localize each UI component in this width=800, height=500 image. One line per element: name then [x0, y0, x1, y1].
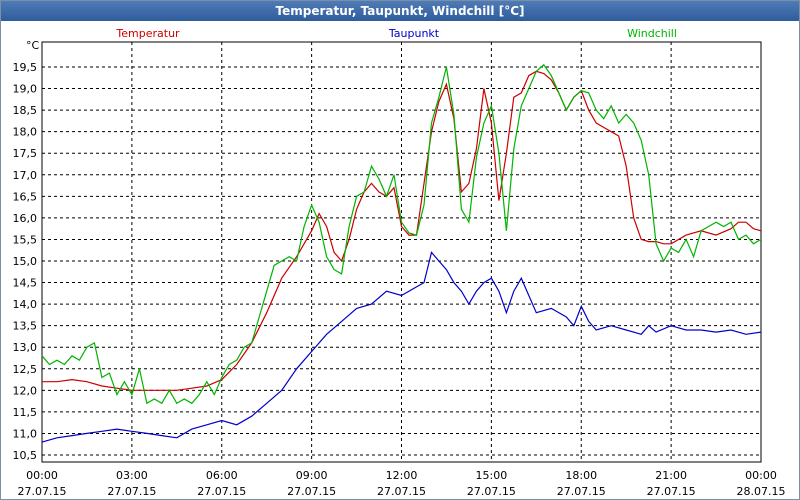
y-tick-label: 15,5: [13, 233, 38, 246]
chart-title: Temperatur, Taupunkt, Windchill [°C]: [1, 1, 799, 21]
x-tick-time: 00:00: [745, 469, 777, 482]
x-tick-time: 06:00: [206, 469, 238, 482]
x-tick-date: 27.07.15: [107, 485, 156, 498]
x-tick-date: 27.07.15: [287, 485, 336, 498]
y-tick-label: 11,5: [13, 406, 38, 419]
y-tick-label: 10,5: [13, 449, 38, 462]
x-tick-date: 27.07.15: [467, 485, 516, 498]
y-tick-label: 12,0: [13, 384, 38, 397]
x-tick-time: 12:00: [386, 469, 418, 482]
y-tick-label: 14,0: [13, 298, 38, 311]
legend-windchill: Windchill: [627, 27, 677, 40]
legend-temperatur: Temperatur: [115, 27, 180, 40]
y-tick-label: 15,0: [13, 255, 38, 268]
x-tick-time: 00:00: [26, 469, 58, 482]
x-tick-time: 21:00: [655, 469, 687, 482]
y-tick-label: 16,5: [13, 190, 38, 203]
x-tick-date: 27.07.15: [377, 485, 426, 498]
y-tick-label: 13,5: [13, 320, 38, 333]
y-tick-label: 18,5: [13, 104, 38, 117]
y-tick-label: 11,0: [13, 427, 38, 440]
x-tick-time: 03:00: [116, 469, 148, 482]
y-tick-label: 12,5: [13, 363, 38, 376]
line-chart: °C 10,5 11,0 11,5 12,0 12,5 13,0 13,5 14,0 14,5 1…: [13, 27, 786, 498]
x-tick-date: 27.07.15: [18, 485, 67, 498]
x-tick-time: 18:00: [565, 469, 597, 482]
y-axis-unit-label: °C: [26, 39, 40, 52]
x-tick-date: 27.07.15: [197, 485, 246, 498]
y-tick-label: 19,0: [13, 83, 38, 96]
x-tick-date: 28.07.15: [737, 485, 786, 498]
y-tick-label: 14,5: [13, 277, 38, 290]
x-tick-time: 15:00: [476, 469, 508, 482]
x-tick-date: 27.07.15: [647, 485, 696, 498]
y-tick-label: 17,5: [13, 147, 38, 160]
chart-window: Temperatur, Taupunkt, Windchill [°C] °C …: [0, 0, 800, 500]
x-tick-date: 27.07.15: [557, 485, 606, 498]
y-tick-label: 13,0: [13, 341, 38, 354]
y-tick-label: 16,0: [13, 212, 38, 225]
x-tick-time: 09:00: [296, 469, 328, 482]
y-tick-label: 17,0: [13, 169, 38, 182]
legend-taupunkt: Taupunkt: [388, 27, 440, 40]
y-tick-label: 18,0: [13, 126, 38, 139]
y-tick-label: 19,5: [13, 61, 38, 74]
